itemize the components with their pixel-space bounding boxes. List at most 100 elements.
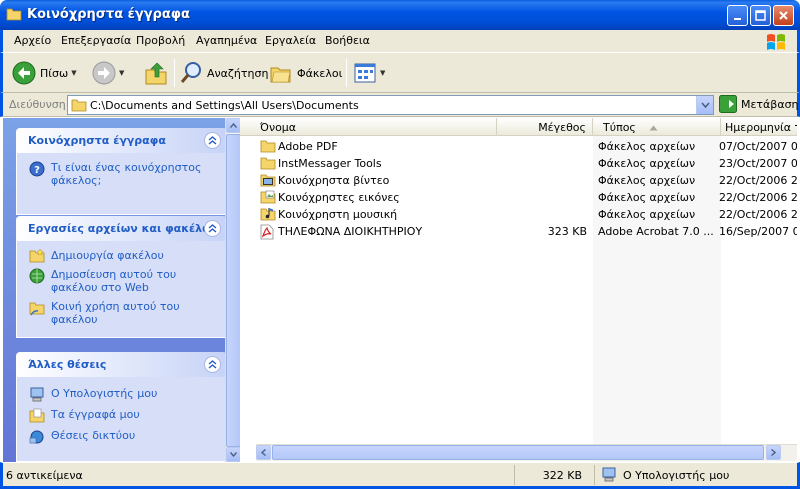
- title-bar[interactable]: Κοινόχρηστα έγγραφα: [0, 0, 800, 30]
- status-location: Ο Υπολογιστής μου: [595, 465, 795, 485]
- task-label: Θέσεις δικτύου: [51, 429, 136, 442]
- toolbar: Πίσω ▼ ▼ Αναζήτηση Φάκελοι ▼: [0, 52, 800, 93]
- up-folder-button[interactable]: [143, 60, 169, 86]
- collapse-button[interactable]: [204, 132, 221, 149]
- file-row[interactable]: Κοινόχρηστα βίντεο Φάκελος αρχείων 22/Oc…: [240, 172, 797, 189]
- file-name: Adobe PDF: [278, 140, 338, 153]
- my-documents-icon: [29, 408, 45, 423]
- file-type: Φάκελος αρχείων: [598, 140, 696, 153]
- folders-button[interactable]: Φάκελοι: [269, 61, 342, 85]
- svg-text:?: ?: [34, 165, 40, 176]
- address-dropdown-button[interactable]: [696, 96, 713, 114]
- task-label: Δημοσίευση αυτού του φακέλου στο Web: [51, 268, 177, 294]
- forward-button[interactable]: ▼: [92, 61, 124, 85]
- double-chevron-up-icon: [208, 360, 217, 369]
- address-input[interactable]: C:\Documents and Settings\All Users\Docu…: [67, 95, 714, 115]
- views-button[interactable]: ▼: [353, 61, 385, 85]
- collapse-button[interactable]: [204, 356, 221, 373]
- menu-tools[interactable]: Εργαλεία: [265, 34, 316, 47]
- file-name: Κοινόχρηστα βίντεο: [278, 174, 390, 187]
- column-size[interactable]: Μέγεθος: [497, 118, 593, 135]
- scroll-thumb[interactable]: [272, 445, 764, 460]
- task-what-is-shared-folder[interactable]: ? Τι είναι ένας κοινόχρηστος φάκελος;: [27, 161, 216, 187]
- file-list: Όνομα Μέγεθος Τύπος Ημερομηνία τρο Adobe…: [240, 118, 797, 462]
- file-name: ΤΗΛΕΦΩΝΑ ΔΙΟΙΚΗΤΗΡΙΟΥ: [278, 225, 423, 238]
- search-button[interactable]: Αναζήτηση: [179, 61, 268, 85]
- column-header-row: Όνομα Μέγεθος Τύπος Ημερομηνία τρο: [240, 118, 797, 136]
- folder-icon: [6, 8, 22, 21]
- file-row[interactable]: InstMessager Tools Φάκελος αρχείων 23/Oc…: [240, 155, 797, 172]
- scroll-up-button[interactable]: [226, 118, 240, 133]
- status-size: 322 KB: [515, 465, 595, 485]
- menu-help[interactable]: Βοήθεια: [325, 34, 370, 47]
- menu-file[interactable]: Αρχείο: [14, 34, 51, 47]
- task-label: Δημιουργία φακέλου: [51, 249, 164, 262]
- panel-header[interactable]: Εργασίες αρχείων και φακέλων: [16, 216, 227, 241]
- back-button[interactable]: Πίσω ▼: [12, 61, 77, 85]
- double-chevron-up-icon: [208, 224, 217, 233]
- scroll-thumb[interactable]: [226, 134, 240, 447]
- status-location-label: Ο Υπολογιστής μου: [623, 468, 730, 482]
- task-create-folder[interactable]: Δημιουργία φακέλου: [27, 249, 216, 263]
- chevron-up-icon: [230, 123, 237, 128]
- pdf-file-icon: [260, 224, 274, 240]
- file-type: Φάκελος αρχείων: [598, 157, 696, 170]
- file-date: 22/Oct/2006 20: [719, 174, 797, 187]
- up-folder-icon: [145, 62, 167, 85]
- scroll-down-button[interactable]: [226, 447, 240, 462]
- back-dropdown-icon[interactable]: ▼: [71, 69, 76, 77]
- file-row[interactable]: Κοινόχρηστη μουσική Φάκελος αρχείων 22/O…: [240, 206, 797, 223]
- task-label: Κοινή χρήση αυτού του φακέλου: [51, 300, 180, 326]
- file-date: 23/Oct/2007 09: [719, 157, 797, 170]
- minimize-icon: [733, 17, 741, 20]
- chevron-down-icon: [700, 102, 710, 108]
- file-row[interactable]: Adobe PDF Φάκελος αρχείων 07/Oct/2007 00: [240, 138, 797, 155]
- column-name[interactable]: Όνομα: [256, 118, 497, 135]
- status-bar: 6 αντικείμενα 322 KB Ο Υπολογιστής μου: [0, 462, 800, 489]
- file-row[interactable]: ΤΗΛΕΦΩΝΑ ΔΙΟΙΚΗΤΗΡΙΟΥ 323 KB Adobe Acrob…: [240, 223, 797, 240]
- views-dropdown-icon[interactable]: ▼: [380, 69, 385, 77]
- panel-title: Εργασίες αρχείων και φακέλων: [28, 222, 220, 235]
- chevron-right-icon: [771, 449, 776, 456]
- column-type-label: Τύπος: [603, 121, 636, 134]
- sort-ascending-icon: [649, 125, 658, 131]
- file-type: Φάκελος αρχείων: [598, 174, 696, 187]
- column-type[interactable]: Τύπος: [593, 118, 721, 135]
- file-type: Φάκελος αρχείων: [598, 208, 696, 221]
- globe-icon: [29, 268, 45, 284]
- maximize-button[interactable]: [750, 5, 771, 26]
- panel-other-places: Άλλες θέσεις Ο Υπολογιστής μου Τα έγγραφ…: [16, 352, 227, 462]
- address-value: C:\Documents and Settings\All Users\Docu…: [90, 99, 359, 112]
- scroll-left-button[interactable]: [256, 445, 271, 460]
- window-title: Κοινόχρηστα έγγραφα: [27, 7, 190, 22]
- column-date[interactable]: Ημερομηνία τρο: [721, 118, 797, 135]
- file-size: 323 KB: [547, 225, 587, 238]
- file-row[interactable]: Κοινόχρηστες εικόνες Φάκελος αρχείων 22/…: [240, 189, 797, 206]
- help-icon: ?: [29, 161, 45, 177]
- place-network-places[interactable]: Θέσεις δικτύου: [27, 429, 216, 444]
- close-icon: [779, 11, 788, 20]
- task-share-folder[interactable]: Κοινή χρήση αυτού του φακέλου: [27, 300, 216, 326]
- close-button[interactable]: [773, 5, 794, 26]
- new-folder-icon: [29, 249, 45, 263]
- menu-edit[interactable]: Επεξεργασία: [61, 34, 131, 47]
- panel-shared-documents: Κοινόχρηστα έγγραφα ? Τι είναι ένας κοιν…: [16, 128, 227, 215]
- go-button[interactable]: Μετάβαση: [719, 95, 799, 113]
- menu-favorites[interactable]: Αγαπημένα: [196, 34, 257, 47]
- place-my-computer[interactable]: Ο Υπολογιστής μου: [27, 387, 216, 402]
- panel-header[interactable]: Άλλες θέσεις: [16, 352, 227, 377]
- menu-view[interactable]: Προβολή: [136, 34, 185, 47]
- back-label: Πίσω: [40, 66, 69, 80]
- task-label: Ο Υπολογιστής μου: [51, 387, 158, 400]
- collapse-button[interactable]: [204, 220, 221, 237]
- file-type: Adobe Acrobat 7.0 ...: [598, 225, 714, 238]
- file-list-horizontal-scrollbar[interactable]: [256, 444, 797, 461]
- minimize-button[interactable]: [727, 5, 748, 26]
- scroll-right-button[interactable]: [766, 445, 781, 460]
- task-publish-folder-web[interactable]: Δημοσίευση αυτού του φακέλου στο Web: [27, 268, 216, 294]
- forward-dropdown-icon[interactable]: ▼: [119, 69, 124, 77]
- task-pane-scrollbar[interactable]: [225, 118, 240, 462]
- chevron-down-icon: [230, 452, 237, 457]
- place-my-documents[interactable]: Τα έγγραφά μου: [27, 408, 216, 423]
- panel-header[interactable]: Κοινόχρηστα έγγραφα: [16, 128, 227, 153]
